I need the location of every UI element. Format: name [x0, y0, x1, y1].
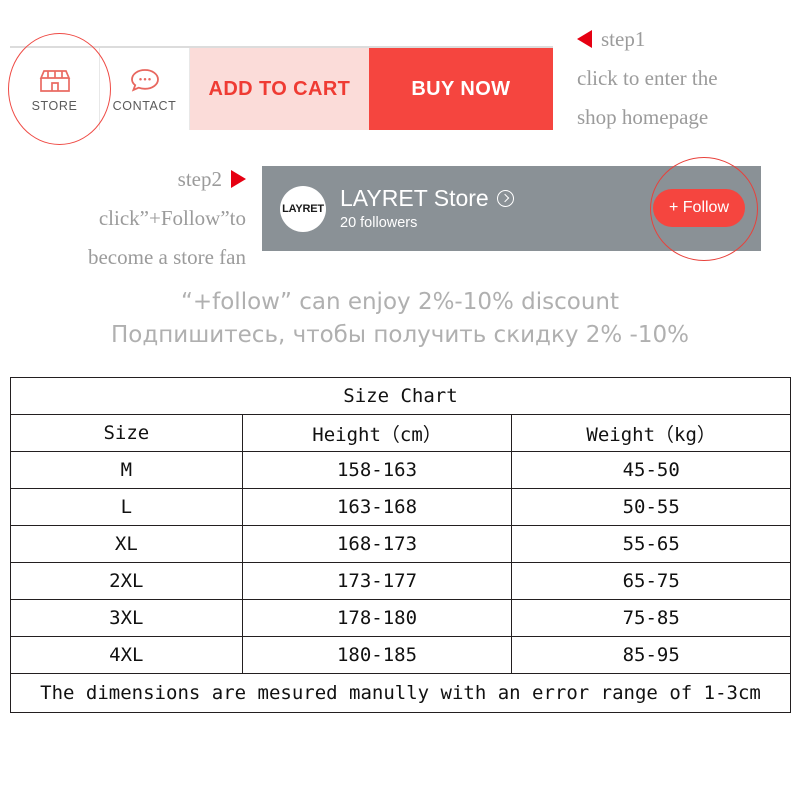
store-name-row[interactable]: LAYRET Store: [340, 185, 514, 211]
step2-line2: click”+Follow”to: [98, 206, 246, 230]
cell-size: 4XL: [10, 636, 243, 674]
size-chart-body: Size Chart Size Height（cm） Weight（kg） M …: [10, 377, 791, 713]
contact-button[interactable]: CONTACT: [100, 48, 190, 130]
table-row: L 163-168 50-55: [10, 488, 791, 526]
discount-text-ru: Подпишитесь, чтобы получить скидку 2% -1…: [111, 322, 689, 348]
shop-icon: [38, 65, 72, 95]
size-chart-table: Size Chart Size Height（cm） Weight（kg） M …: [10, 377, 791, 713]
table-row: 3XL 178-180 75-85: [10, 599, 791, 637]
store-name: LAYRET Store: [340, 185, 489, 211]
size-chart-title-row: Size Chart: [10, 377, 791, 415]
speech-bubble-icon: [128, 65, 162, 95]
cell-height: 178-180: [241, 599, 513, 637]
step1-line3: shop homepage: [577, 105, 709, 129]
step2-marker: step2: [177, 167, 222, 191]
arrow-left-icon: [577, 30, 592, 48]
table-row: M 158-163 45-50: [10, 451, 791, 489]
buy-now-button[interactable]: BUY NOW: [368, 48, 553, 130]
table-row: 4XL 180-185 85-95: [10, 636, 791, 674]
cell-size: M: [10, 451, 243, 489]
cell-height: 163-168: [241, 488, 513, 526]
contact-label: CONTACT: [112, 99, 177, 113]
table-row: XL 168-173 55-65: [10, 525, 791, 563]
cell-height: 173-177: [241, 562, 513, 600]
add-to-cart-button[interactable]: ADD TO CART: [190, 48, 369, 130]
product-action-bar: STORE CONTACT ADD TO CART BUY NOW: [10, 46, 553, 130]
arrow-right-icon: [231, 170, 246, 188]
step1-annotation: step1 click to enter the shop homepage: [577, 20, 718, 137]
follow-button[interactable]: + Follow: [653, 189, 745, 227]
cell-weight: 65-75: [511, 562, 791, 600]
cell-height: 180-185: [241, 636, 513, 674]
cell-height: 168-173: [241, 525, 513, 563]
header-weight: Weight（kg）: [511, 414, 791, 452]
cell-weight: 85-95: [511, 636, 791, 674]
step2-line3: become a store fan: [87, 245, 246, 269]
cell-size: 3XL: [10, 599, 243, 637]
size-chart-note: The dimensions are mesured manully with …: [10, 673, 791, 713]
product-promo-page: STORE CONTACT ADD TO CART BUY NOW step1 …: [0, 0, 800, 800]
discount-text-en: “+follow” can enjoy 2%-10% discount: [180, 289, 620, 315]
step2-annotation: step2 click”+Follow”to become a store fa…: [18, 160, 246, 277]
store-banner[interactable]: LAYRET LAYRET Store 20 followers + Follo…: [262, 166, 761, 251]
size-chart-header-row: Size Height（cm） Weight（kg）: [10, 414, 791, 452]
header-size: Size: [10, 414, 243, 452]
cell-weight: 55-65: [511, 525, 791, 563]
chevron-right-circle-icon[interactable]: [496, 189, 514, 207]
table-row: 2XL 173-177 65-75: [10, 562, 791, 600]
cell-size: L: [10, 488, 243, 526]
cell-weight: 45-50: [511, 451, 791, 489]
cell-weight: 50-55: [511, 488, 791, 526]
header-height: Height（cm）: [241, 414, 513, 452]
cell-size: 2XL: [10, 562, 243, 600]
step1-marker: step1: [601, 27, 646, 51]
store-avatar: LAYRET: [280, 185, 326, 232]
size-chart-note-row: The dimensions are mesured manully with …: [10, 673, 791, 713]
step1-line2: click to enter the: [577, 66, 718, 90]
size-chart-wrapper: Size Chart Size Height（cm） Weight（kg） M …: [10, 377, 791, 713]
store-label: STORE: [31, 99, 78, 113]
followers-count: 20 followers: [340, 215, 418, 231]
size-chart-title: Size Chart: [10, 377, 791, 415]
store-button[interactable]: STORE: [10, 48, 100, 130]
cell-size: XL: [10, 525, 243, 563]
cell-height: 158-163: [241, 451, 513, 489]
store-meta: LAYRET Store 20 followers: [340, 185, 514, 232]
cell-weight: 75-85: [511, 599, 791, 637]
